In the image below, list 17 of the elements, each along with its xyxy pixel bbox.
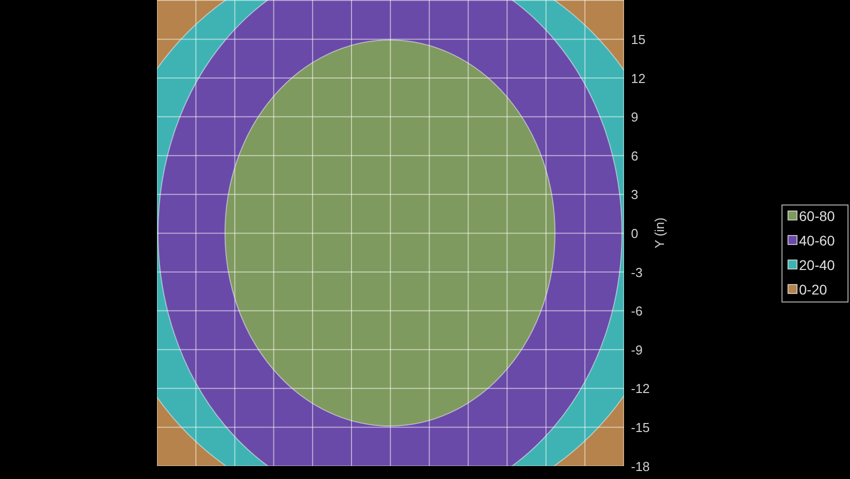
tick-label: 9 (631, 110, 638, 125)
legend-label: 60-80 (799, 208, 835, 224)
legend-label: 20-40 (799, 257, 835, 273)
legend-label: 0-20 (799, 282, 828, 298)
tick-label: 12 (631, 70, 646, 86)
tick-label: -9 (631, 342, 643, 358)
tick-label: -18 (631, 458, 650, 474)
tick-label: 0 (631, 226, 638, 241)
tick-label: -6 (631, 304, 643, 319)
tick-label: 3 (631, 187, 638, 202)
tick-label: -3 (631, 264, 643, 280)
tick-label: -12 (631, 381, 650, 396)
legend-label: 40-60 (799, 232, 835, 248)
tick-label: -15 (631, 420, 650, 435)
axis-label: Y (in) (652, 218, 667, 248)
tick-label: 6 (631, 148, 638, 164)
tick-label: 15 (631, 32, 646, 47)
